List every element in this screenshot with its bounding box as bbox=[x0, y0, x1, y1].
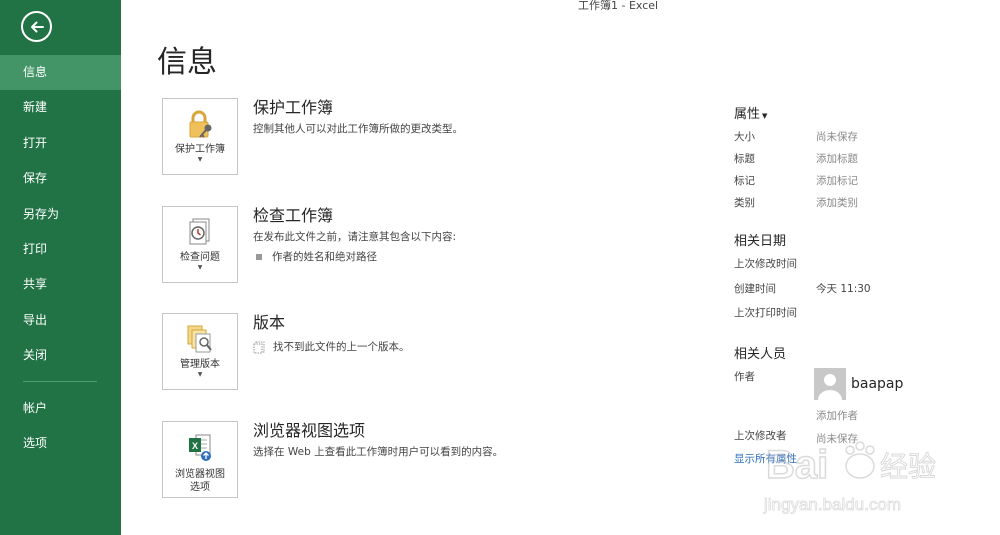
browser-view-options-button[interactable]: X 浏览器视图 选项 bbox=[162, 421, 238, 498]
avatar[interactable] bbox=[814, 368, 846, 400]
nav-item-export[interactable]: 导出 bbox=[0, 303, 121, 338]
bullet-square-icon bbox=[256, 253, 262, 260]
nav-item-close[interactable]: 关闭 bbox=[0, 338, 121, 373]
section-description: 控制其他人可以对此工作簿所做的更改类型。 bbox=[253, 123, 463, 135]
manage-versions-icon bbox=[184, 323, 216, 355]
excel-web-icon: X bbox=[184, 432, 216, 464]
last-modified-label: 上次修改时间 bbox=[734, 258, 797, 270]
tile-label-line-2: 选项 bbox=[190, 482, 210, 493]
back-arrow-icon bbox=[30, 21, 44, 32]
created-value: 今天 11:30 bbox=[816, 283, 871, 295]
author-label: 作者 bbox=[734, 371, 755, 383]
lock-key-icon bbox=[184, 108, 216, 140]
section-heading: 浏览器视图选项 bbox=[253, 421, 366, 440]
chevron-down-icon: ▼ bbox=[197, 156, 203, 163]
last-modified-by-value: 尚未保存 bbox=[816, 433, 858, 445]
chevron-down-icon: ▼ bbox=[762, 112, 768, 120]
section-heading: 保护工作簿 bbox=[253, 98, 334, 117]
prop-tags-label: 标记 bbox=[734, 175, 755, 187]
chevron-down-icon: ▼ bbox=[197, 264, 203, 271]
tile-label-line-1: 浏览器视图 bbox=[175, 469, 225, 480]
versions-status: 找不到此文件的上一个版本。 bbox=[253, 340, 410, 354]
protect-workbook-button[interactable]: 保护工作簿 ▼ bbox=[162, 98, 238, 175]
nav-item-options[interactable]: 选项 bbox=[0, 426, 121, 461]
backstage-nav: 信息 新建 打开 保存 另存为 打印 共享 导出 关闭 bbox=[0, 55, 121, 374]
author-name[interactable]: baapap bbox=[851, 376, 903, 392]
last-printed-label: 上次打印时间 bbox=[734, 307, 797, 319]
section-heading: 检查工作簿 bbox=[253, 206, 334, 225]
chevron-down-icon: ▼ bbox=[197, 371, 203, 378]
tile-label: 管理版本 bbox=[180, 359, 220, 370]
backstage-sidebar: 信息 新建 打开 保存 另存为 打印 共享 导出 关闭 帐户 选项 bbox=[0, 0, 121, 535]
nav-item-share[interactable]: 共享 bbox=[0, 267, 121, 302]
bullet-text: 作者的姓名和绝对路径 bbox=[272, 251, 377, 263]
properties-heading[interactable]: 属性 ▼ bbox=[734, 103, 767, 122]
prop-size-label: 大小 bbox=[734, 131, 755, 143]
nav-item-info[interactable]: 信息 bbox=[0, 55, 121, 91]
nav-item-new[interactable]: 新建 bbox=[0, 90, 121, 125]
page-title: 信息 bbox=[157, 45, 217, 80]
section-description: 选择在 Web 上查看此工作簿时用户可以看到的内容。 bbox=[253, 446, 504, 458]
svg-text:经验: 经验 bbox=[880, 450, 936, 483]
tile-label: 保护工作簿 bbox=[175, 144, 225, 155]
nav-item-save-as[interactable]: 另存为 bbox=[0, 197, 121, 232]
inspect-bullet: 作者的姓名和绝对路径 bbox=[253, 250, 377, 264]
prop-tags-value[interactable]: 添加标记 bbox=[816, 173, 858, 188]
add-author-link[interactable]: 添加作者 bbox=[816, 408, 858, 423]
backstage-nav-bottom: 帐户 选项 bbox=[0, 391, 121, 462]
check-for-issues-button[interactable]: 检查问题 ▼ bbox=[162, 206, 238, 283]
inspect-document-icon bbox=[184, 216, 216, 248]
nav-item-save[interactable]: 保存 bbox=[0, 161, 121, 196]
section-description: 在发布此文件之前，请注意其包含以下内容: bbox=[253, 231, 457, 243]
prop-title-label: 标题 bbox=[734, 153, 755, 165]
baidu-jingyan-watermark: Bai 经验 jingyan.baidu.com bbox=[763, 441, 937, 514]
svg-text:X: X bbox=[192, 441, 198, 451]
related-people-heading: 相关人员 bbox=[734, 347, 787, 362]
nav-item-open[interactable]: 打开 bbox=[0, 126, 121, 161]
section-heading: 版本 bbox=[253, 313, 286, 332]
properties-heading-text: 属性 bbox=[734, 107, 761, 122]
created-label: 创建时间 bbox=[734, 283, 776, 295]
show-all-properties-link[interactable]: 显示所有属性 bbox=[734, 451, 797, 466]
prop-size-value: 尚未保存 bbox=[816, 131, 858, 143]
tile-label: 检查问题 bbox=[180, 252, 220, 263]
person-icon bbox=[814, 368, 846, 400]
related-dates-heading: 相关日期 bbox=[734, 234, 787, 249]
versions-status-text: 找不到此文件的上一个版本。 bbox=[273, 341, 410, 353]
last-modified-by-label: 上次修改者 bbox=[734, 430, 787, 442]
nav-item-account[interactable]: 帐户 bbox=[0, 391, 121, 426]
nav-divider bbox=[23, 381, 97, 382]
document-dashed-icon bbox=[253, 341, 265, 353]
prop-category-label: 类别 bbox=[734, 197, 755, 209]
prop-title-value[interactable]: 添加标题 bbox=[816, 151, 858, 166]
nav-item-print[interactable]: 打印 bbox=[0, 232, 121, 267]
svg-text:jingyan.baidu.com: jingyan.baidu.com bbox=[763, 495, 901, 514]
prop-category-value[interactable]: 添加类别 bbox=[816, 195, 858, 210]
window-title: 工作簿1 - Excel bbox=[578, 0, 659, 12]
back-button[interactable] bbox=[21, 11, 52, 42]
manage-versions-button[interactable]: 管理版本 ▼ bbox=[162, 313, 238, 390]
